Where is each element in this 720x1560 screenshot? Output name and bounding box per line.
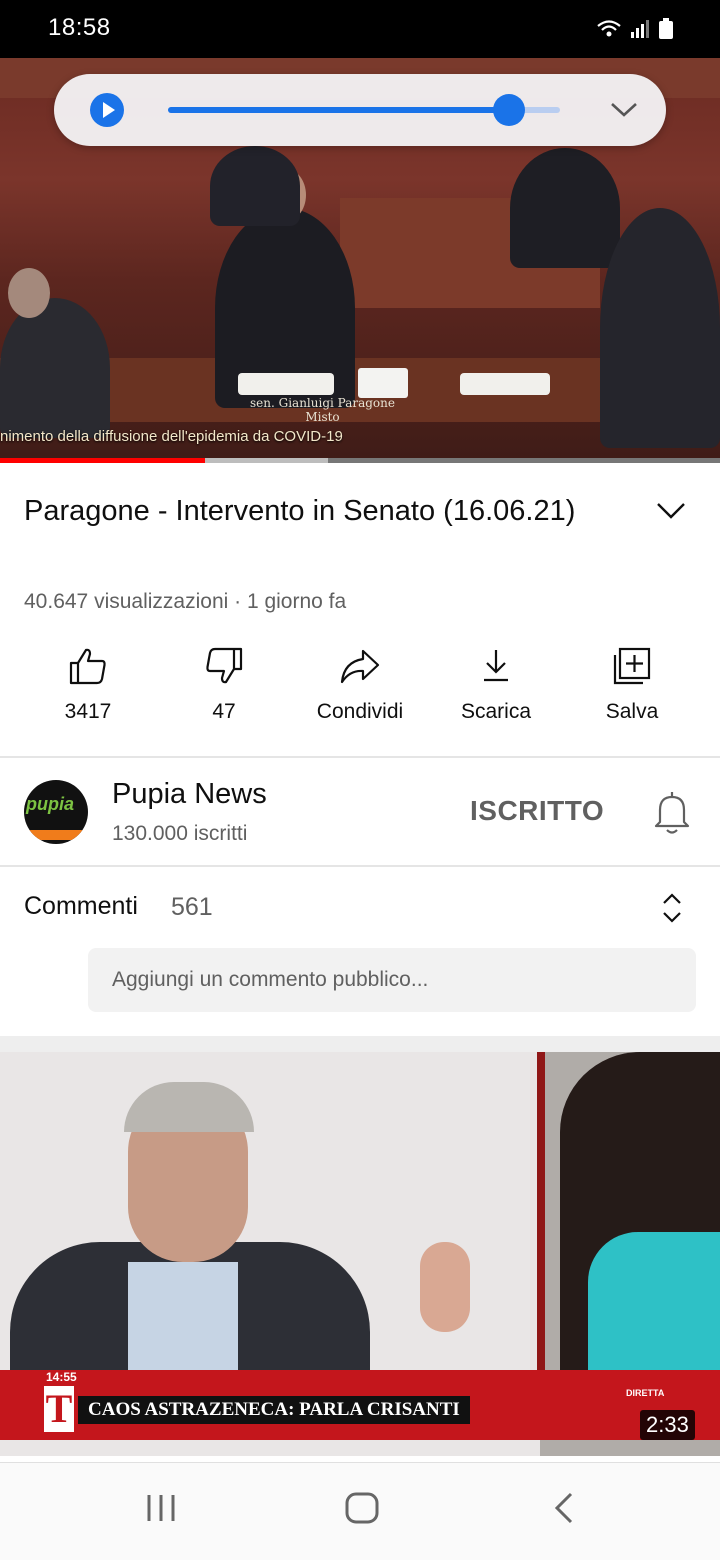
wifi-icon [597, 20, 621, 37]
recent-apps-icon[interactable] [146, 1491, 176, 1525]
like-count: 3417 [64, 700, 112, 723]
senator-left-head [8, 268, 50, 318]
avatar-logo-text: pupia [26, 794, 74, 814]
avatar[interactable]: pupia [24, 780, 88, 844]
comment-input[interactable]: Aggiungi un commento pubblico... [88, 948, 696, 1012]
video-caption: nimento della diffusione dell'epidemia d… [0, 428, 343, 445]
video-progress-played [0, 458, 206, 463]
next-video-thumbnail[interactable]: 14:55 T CAOS ASTRAZENECA: PARLA CRISANTI… [0, 1052, 720, 1456]
video-title[interactable]: Paragone - Intervento in Senato (16.06.2… [24, 488, 624, 534]
guest-shirt [128, 1262, 238, 1382]
senator-back [210, 146, 300, 226]
section-separator [0, 1036, 720, 1052]
play-icon[interactable] [90, 93, 124, 127]
share-label: Condividi [316, 700, 404, 723]
speaker-name: sen. Gianluigi Paragone [250, 396, 395, 410]
comments-label[interactable]: Commenti [24, 892, 138, 921]
speaker-group: Misto [305, 410, 340, 424]
speaker-label: sen. Gianluigi Paragone Misto [250, 396, 395, 424]
save-label: Salva [605, 700, 659, 723]
divider [0, 865, 720, 867]
tv-channel-badge: DIRETTA [626, 1388, 665, 1398]
tv-headline: CAOS ASTRAZENECA: PARLA CRISANTI [78, 1396, 470, 1424]
add-to-playlist-icon [613, 647, 651, 685]
video-meta: 40.647 visualizzazioni · 1 giorno fa [24, 590, 347, 613]
dislike-button[interactable]: 47 [156, 646, 292, 724]
status-bar: 18:58 [0, 0, 720, 58]
home-icon[interactable] [344, 1491, 380, 1525]
media-control-overlay [54, 74, 666, 146]
slider-fill [168, 107, 510, 113]
battery-icon [659, 18, 673, 39]
senator-right [510, 148, 620, 268]
save-button[interactable]: Salva [564, 646, 700, 724]
volume-slider[interactable] [168, 94, 560, 126]
avatar-logo-bar [24, 830, 88, 840]
system-nav-bar [0, 1462, 720, 1560]
paper-stack-3 [460, 373, 550, 395]
subscribed-button[interactable]: ISCRITTO [470, 795, 604, 827]
share-button[interactable]: Condividi [292, 646, 428, 724]
dislike-count: 47 [212, 700, 236, 723]
tv-time: 14:55 [46, 1370, 77, 1384]
guest-hair [124, 1082, 254, 1132]
status-icons [596, 18, 674, 40]
back-icon[interactable] [552, 1491, 576, 1525]
like-button[interactable]: 3417 [20, 646, 156, 724]
paper-stack-1 [238, 373, 334, 395]
tv-logo: T [44, 1386, 74, 1432]
studio-frame [537, 1052, 545, 1382]
action-row: 3417 47 Condividi Scarica Salva [0, 646, 720, 742]
download-button[interactable]: Scarica [428, 646, 564, 724]
host-blouse [588, 1232, 720, 1392]
download-icon [484, 650, 508, 682]
signal-icon [631, 20, 649, 38]
video-duration: 2:33 [640, 1410, 695, 1440]
status-time: 18:58 [48, 14, 111, 41]
expand-description-icon[interactable] [654, 498, 688, 522]
slider-thumb[interactable] [493, 94, 526, 126]
channel-name[interactable]: Pupia News [112, 778, 267, 811]
thumbs-down-icon [206, 647, 243, 684]
paper-stack-2 [358, 368, 408, 398]
expand-collapse-icon[interactable] [660, 890, 684, 926]
comment-placeholder: Aggiungi un commento pubblico... [112, 968, 429, 991]
comments-count: 561 [171, 893, 213, 921]
share-icon [340, 649, 380, 684]
chevron-down-icon[interactable] [610, 100, 638, 120]
senator-left [0, 298, 110, 438]
bell-icon[interactable] [652, 788, 692, 836]
senator-far-right [600, 208, 720, 448]
subscriber-count: 130.000 iscritti [112, 822, 248, 845]
download-label: Scarica [460, 700, 532, 723]
host-hand [420, 1242, 470, 1332]
thumbs-up-icon [69, 648, 106, 685]
divider [0, 756, 720, 758]
